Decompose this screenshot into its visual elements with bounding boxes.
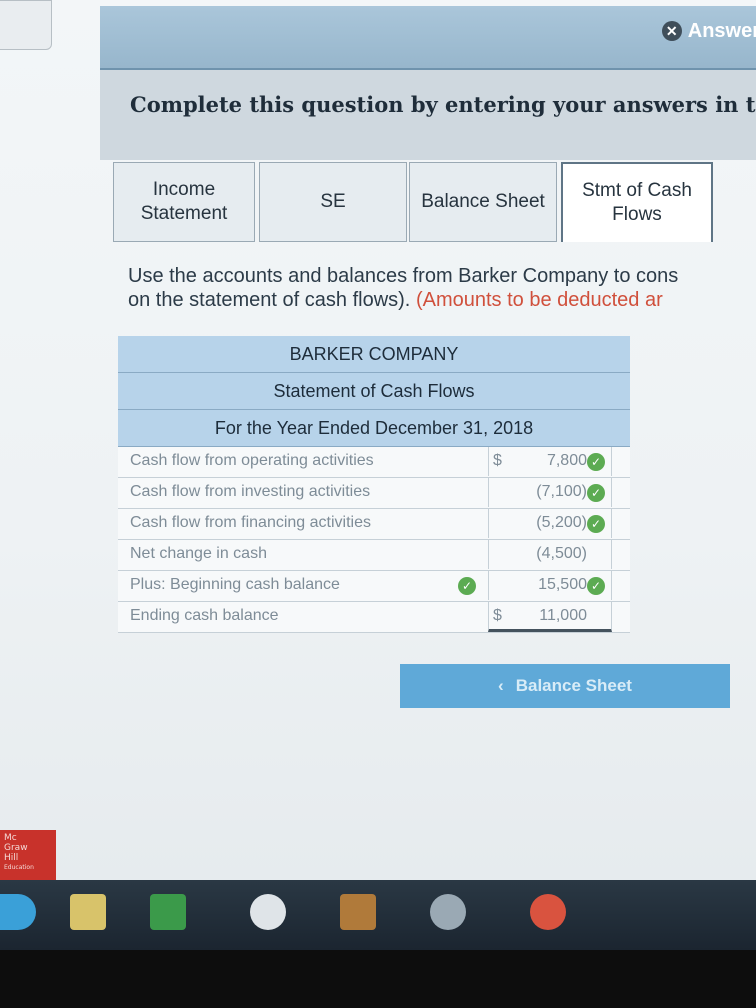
browser-content: ✕ Answer Complete this question by enter… [0,0,756,880]
table-row: Cash flow from investing activities (7,1… [118,478,630,509]
table-row: Cash flow from operating activities $ 7,… [118,447,630,478]
amount-value: 15,500 [538,576,587,593]
dollar-sign: $ [493,452,502,469]
hp-icon[interactable] [430,894,466,930]
logo-text: Hill [4,853,19,863]
table-row: Plus: Beginning cash balance ✓ 15,500 ✓ [118,571,630,602]
amount-value: 7,800 [546,452,587,469]
check-icon: ✓ [587,515,605,533]
close-icon: ✕ [661,21,682,41]
amount-input[interactable]: $ 7,800 ✓ [488,447,612,476]
statement-period: For the Year Ended December 31, 2018 [118,410,630,447]
cash-flow-statement: BARKER COMPANY Statement of Cash Flows F… [118,336,630,633]
side-tab[interactable] [0,0,52,50]
answer-button[interactable]: ✕ Answer [652,16,756,46]
media-icon[interactable] [250,894,286,930]
ie-icon[interactable] [0,894,36,930]
folder-icon[interactable] [70,894,106,930]
tab-se[interactable]: SE [259,162,407,242]
row-label: Net change in cash [130,545,267,562]
table-row: Ending cash balance $ 11,000 [118,602,630,633]
check-icon: ✓ [587,577,605,595]
taskbar [0,880,756,950]
amount-input[interactable]: (4,500) [488,540,612,569]
table-row: Net change in cash (4,500) [118,540,630,571]
instructions-line-2: on the statement of cash flows). (Amount… [128,288,678,312]
tab-label: Balance Sheet [421,191,545,212]
tab-label: SE [320,191,346,212]
statement-title: Statement of Cash Flows [118,373,630,410]
amount-value: (7,100) [536,483,587,500]
amount-value: (5,200) [536,514,587,531]
mcgraw-hill-logo: Mc Graw Hill Education [0,830,56,880]
logo-text: Education [4,864,34,871]
amount-input[interactable]: $ 11,000 [488,602,612,632]
check-icon: ✓ [458,577,476,595]
instructions-note: (Amounts to be deducted ar [415,289,663,311]
row-label: Plus: Beginning cash balance [130,576,340,593]
monitor-bezel [0,950,756,1008]
dollar-sign: $ [493,607,502,624]
amount-value: 11,000 [539,607,587,624]
row-label: Cash flow from operating activities [130,452,374,469]
logo-text: Mc [4,833,17,843]
tab-label: Stmt of Cash [582,180,692,201]
tab-label: Income [152,179,216,200]
amount-input[interactable]: (7,100) ✓ [488,478,612,507]
tab-stmt-cash-flows[interactable]: Stmt of Cash Flows [561,162,713,242]
check-icon: ✓ [587,453,605,471]
amount-input[interactable]: (5,200) ✓ [488,509,612,538]
nav-label: Balance Sheet [515,676,632,695]
amount-input[interactable]: 15,500 ✓ [488,571,612,600]
check-icon: ✓ [587,484,605,502]
chrome-icon[interactable] [530,894,566,930]
prev-balance-sheet-button[interactable]: ‹ Balance Sheet [400,664,730,708]
table-row: Cash flow from financing activities (5,2… [118,509,630,540]
store-icon[interactable] [150,894,186,930]
amount-value: (4,500) [536,545,587,562]
tab-balance-sheet[interactable]: Balance Sheet [409,162,557,242]
row-label: Cash flow from investing activities [130,483,371,500]
top-bar: ✕ Answer [100,6,756,70]
tab-label: Statement [140,203,228,224]
logo-text: Graw [4,843,28,853]
tab-income-statement[interactable]: Income Statement [113,162,255,242]
instructions-line-1: Use the accounts and balances from Barke… [128,265,679,287]
row-label: Cash flow from financing activities [130,514,371,531]
instructions-text: on the statement of cash flows). [128,289,411,311]
chevron-left-icon: ‹ [498,676,504,695]
answer-label: Answer [687,19,756,42]
photos-icon[interactable] [340,894,376,930]
prompt-bar: Complete this question by entering your … [100,70,756,160]
company-name: BARKER COMPANY [118,336,630,373]
tab-label: Flows [612,204,662,225]
prompt-text: Complete this question by entering your … [130,92,756,117]
row-label: Ending cash balance [130,607,279,624]
instructions: Use the accounts and balances from Barke… [128,264,678,312]
